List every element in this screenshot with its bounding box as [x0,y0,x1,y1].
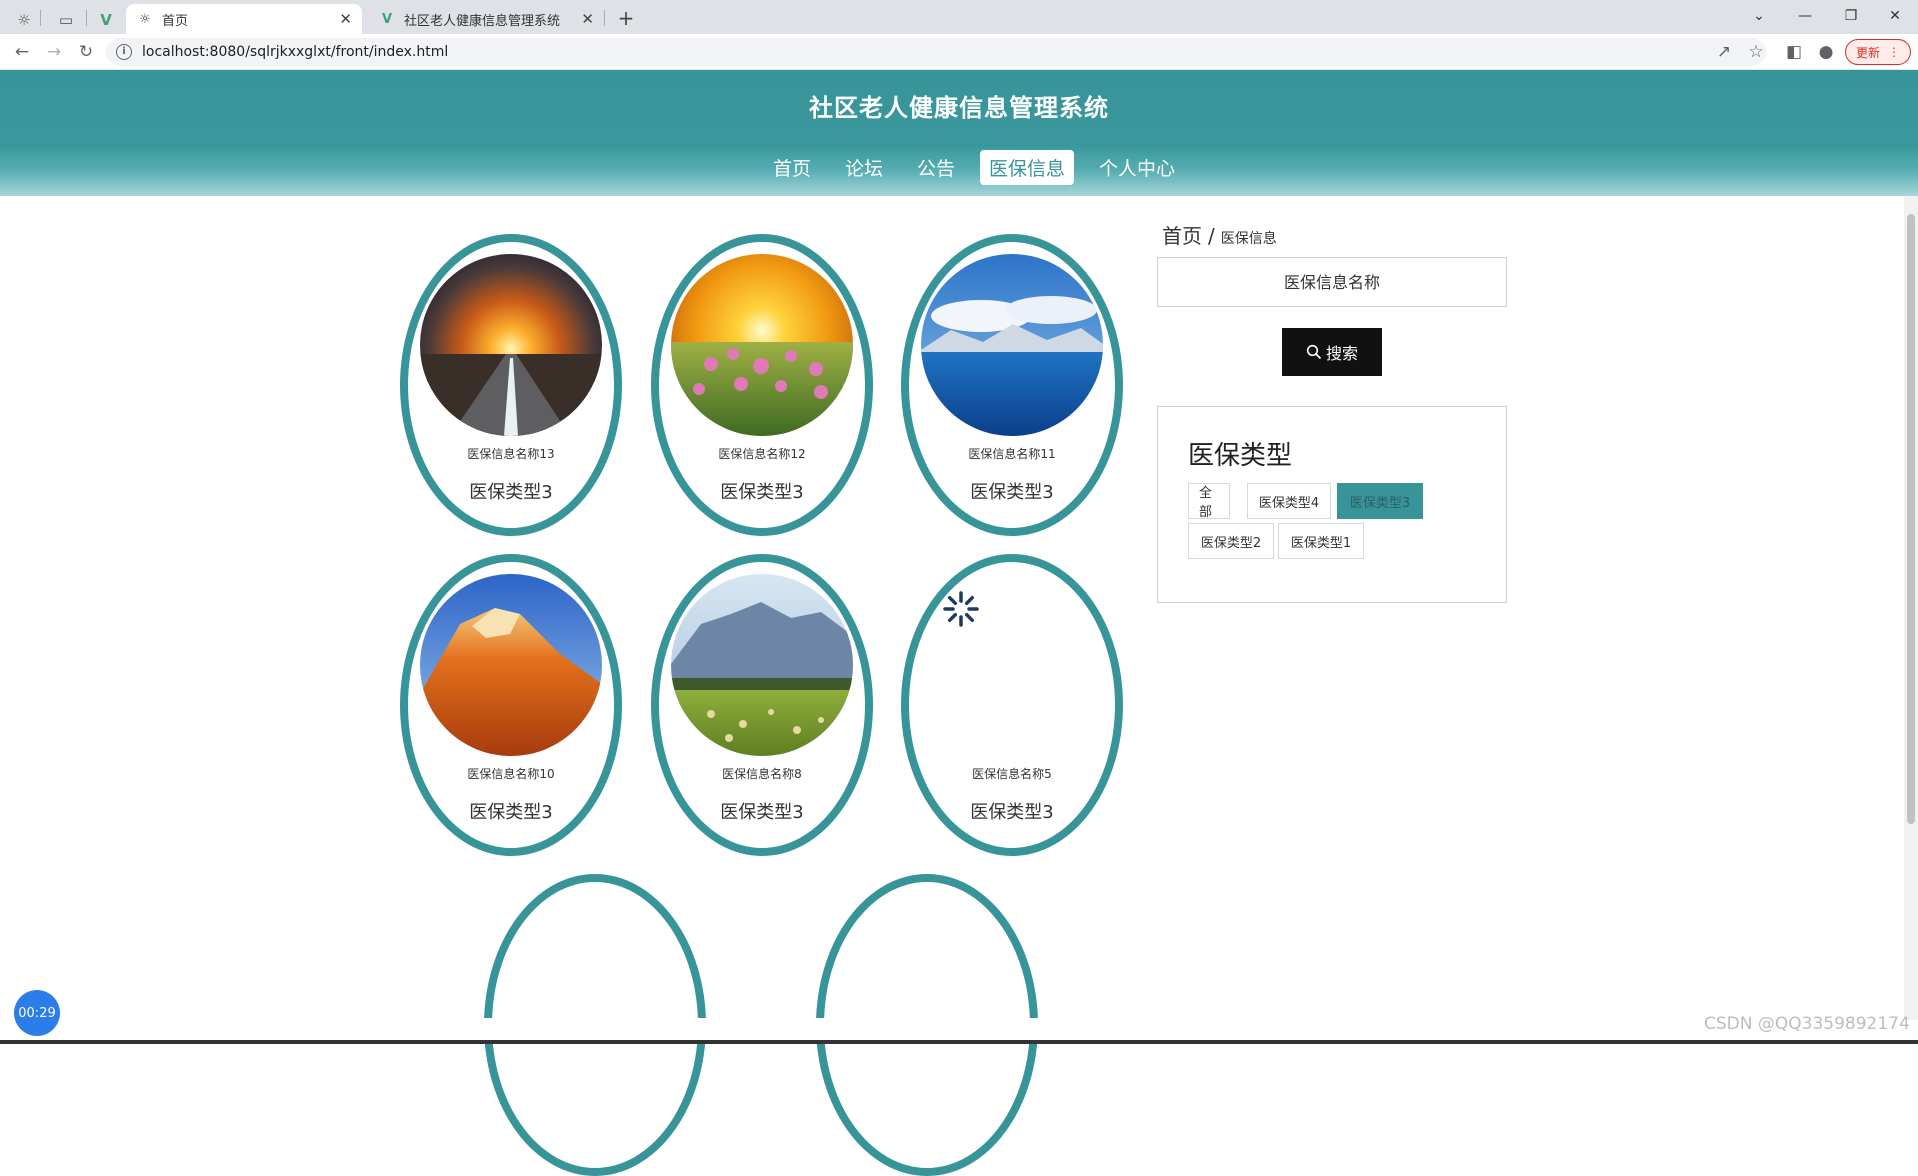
tab-separator [40,10,41,26]
avatar-icon: ● [1818,42,1834,62]
insurance-type-filter: 医保类型 全部 医保类型4 医保类型3 医保类型2 医保类型1 [1157,406,1507,603]
card-type: 医保类型3 [720,482,804,503]
bookmark-button[interactable]: ☆ [1742,38,1770,66]
restore-button[interactable]: ❐ [1828,2,1874,30]
filter-title: 医保类型 [1188,441,1293,471]
pinned-tab-vue[interactable]: V [88,6,124,34]
globe-icon: ☼ [139,11,151,27]
card-name: 医保信息名称13 [467,447,555,461]
close-icon[interactable]: ✕ [581,10,594,28]
flower-field-image [671,254,853,436]
tab-search-button[interactable]: ⌄ [1736,2,1782,30]
recording-timer: 00:29 [14,990,60,1036]
card-type: 医保类型3 [469,482,553,503]
nav-item-announcement[interactable]: 公告 [908,150,964,185]
nav-item-forum[interactable]: 论坛 [836,150,892,185]
card-type: 医保类型3 [720,802,804,823]
browser-toolbar: ← → ↻ i localhost:8080/sqlrjkxxglxt/fron… [0,34,1918,70]
card-name: 医保信息名称12 [718,447,806,461]
profile-button[interactable]: ● [1812,38,1840,66]
snow-lake-image [921,254,1103,436]
filter-option-type1[interactable]: 医保类型1 [1278,523,1364,559]
insurance-card[interactable]: 医保信息名称10 医保类型3 [400,554,622,856]
sunset-road-image [420,254,602,436]
insurance-card[interactable]: 医保信息名称8 医保类型3 [651,554,873,856]
search-button[interactable]: 搜索 [1282,328,1382,376]
star-icon: ☆ [1748,42,1764,62]
tab-title: 社区老人健康信息管理系统 [404,13,561,29]
breadcrumb-home[interactable]: 首页 [1162,224,1202,248]
share-button[interactable]: ↗ [1710,38,1738,66]
taskbar-edge [0,1040,1918,1044]
update-button[interactable]: 更新 ⋮ [1845,39,1911,65]
filter-option-type3[interactable]: 医保类型3 [1337,483,1423,519]
pinned-tab-blank[interactable]: ▭ [48,6,84,34]
loading-spinner-icon [943,591,979,627]
minimize-button[interactable]: — [1782,2,1828,30]
mountain-meadow-image [671,574,853,756]
more-vert-icon: ⋮ [1888,45,1900,59]
side-panel-button[interactable]: ◧ [1780,38,1808,66]
blank-page-icon: ▭ [58,11,74,29]
nav-item-home[interactable]: 首页 [764,150,820,185]
watermark: CSDN @QQ3359892174 [1704,1014,1910,1034]
vue-logo-icon: V [381,11,393,27]
arrow-right-icon: → [46,42,62,62]
tab-system[interactable]: V 社区老人健康信息管理系统 ✕ [368,4,604,34]
site-header: 社区老人健康信息管理系统 首页 论坛 公告 医保信息 个人中心 [0,70,1918,196]
address-bar[interactable]: i localhost:8080/sqlrjkxxglxt/front/inde… [106,38,1766,66]
url-text: localhost:8080/sqlrjkxxglxt/front/index.… [142,44,449,60]
side-panel-icon: ◧ [1785,42,1803,62]
card-name: 医保信息名称11 [968,447,1056,461]
page-scrollbar[interactable] [1904,196,1918,1020]
breadcrumb-separator: / [1208,224,1215,248]
tab-separator [86,10,87,26]
card-type: 医保类型3 [970,482,1054,503]
reload-icon: ↻ [78,42,94,62]
search-button-label: 搜索 [1325,346,1358,363]
insurance-card[interactable]: 医保信息名称11 医保类型3 [901,234,1123,536]
card-name: 医保信息名称5 [972,767,1052,781]
nav-item-insurance[interactable]: 医保信息 [980,150,1075,185]
card-name: 医保信息名称8 [722,767,802,781]
tab-separator [604,10,605,26]
forward-button[interactable]: → [40,38,68,66]
filter-option-type2[interactable]: 医保类型2 [1188,523,1274,559]
tab-home[interactable]: ☼ 首页 ✕ [126,4,362,34]
insurance-card[interactable]: 医保信息名称13 医保类型3 [400,234,622,536]
reload-button[interactable]: ↻ [72,38,100,66]
insurance-card[interactable]: 医保信息名称12 医保类型3 [651,234,873,536]
close-icon[interactable]: ✕ [339,10,352,28]
red-rock-image [420,574,602,756]
info-icon[interactable]: i [116,44,132,60]
arrow-left-icon: ← [14,42,30,62]
card-type: 医保类型3 [469,802,553,823]
breadcrumb-current: 医保信息 [1220,231,1277,247]
main-nav: 首页 论坛 公告 医保信息 个人中心 [0,150,1918,185]
globe-icon: ☼ [17,11,31,29]
browser-tabstrip: ☼ ▭ V ☼ 首页 ✕ V 社区老人健康信息管理系统 ✕ + ⌄ — ❐ ✕ [0,0,1918,34]
filter-option-all[interactable]: 全部 [1188,483,1230,520]
breadcrumb: 首页 / 医保信息 [1162,220,1277,249]
site-title: 社区老人健康信息管理系统 [809,94,1109,122]
scrollbar-thumb[interactable] [1907,214,1915,824]
filter-option-type4[interactable]: 医保类型4 [1247,483,1331,519]
card-name: 医保信息名称10 [467,767,555,781]
new-tab-button[interactable]: + [612,4,640,32]
tab-title: 首页 [162,13,189,29]
share-icon: ↗ [1716,42,1732,62]
window-close-button[interactable]: ✕ [1872,2,1918,30]
back-button[interactable]: ← [8,38,36,66]
pinned-tab-globe[interactable]: ☼ [6,6,42,34]
card-type: 医保类型3 [970,802,1054,823]
update-label: 更新 [1855,45,1880,60]
vue-logo-icon: V [100,11,112,29]
nav-item-personal-center[interactable]: 个人中心 [1090,150,1184,185]
search-input[interactable] [1157,257,1507,307]
insurance-card[interactable]: 医保信息名称5 医保类型3 [901,554,1123,856]
chevron-down-icon: ⌄ [1753,8,1765,24]
search-icon [1306,344,1322,360]
